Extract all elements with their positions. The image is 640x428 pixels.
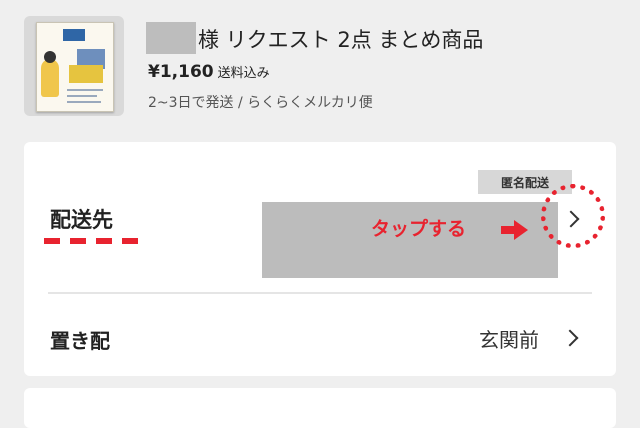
destination-label: 配送先	[50, 208, 113, 232]
product-price: ¥1,160	[148, 62, 214, 82]
arrow-right-icon-head	[514, 220, 528, 240]
arrow-right-icon	[501, 226, 515, 234]
annotation-dotted-underline	[44, 238, 148, 244]
product-title: 様 リクエスト 2点 まとめ商品	[198, 28, 484, 52]
divider	[48, 292, 592, 294]
shipping-included-label: 送料込み	[217, 66, 270, 81]
redacted-username	[146, 22, 196, 54]
okihai-label: 置き配	[50, 329, 110, 353]
tap-annotation: タップする	[371, 218, 467, 240]
product-summary: 様 リクエスト 2点 まとめ商品 ¥1,160 送料込み 2~3日で発送 / らく…	[0, 0, 640, 138]
price-row: ¥1,160 送料込み	[148, 62, 270, 82]
shipping-card: 匿名配送 配送先 タップする 置き配 玄関前	[24, 142, 616, 376]
product-thumbnail[interactable]	[24, 16, 124, 116]
okihai-value[interactable]: 玄関前	[479, 324, 539, 353]
chevron-right-icon[interactable]	[561, 329, 579, 347]
next-card	[24, 388, 616, 428]
delivery-info: 2~3日で発送 / らくらくメルカリ便	[148, 95, 373, 111]
book-cover-image	[36, 22, 114, 112]
